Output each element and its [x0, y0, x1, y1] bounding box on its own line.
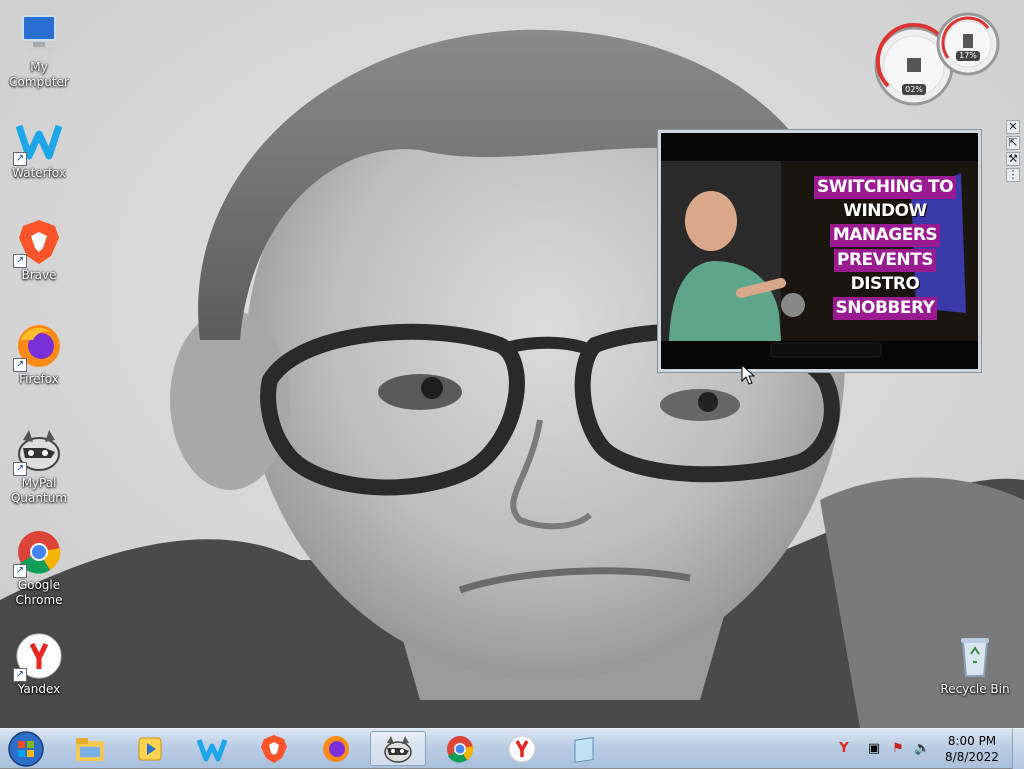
media-player-window[interactable]: SWITCHING TO WINDOW MANAGERS PREVENTS DI… — [657, 129, 982, 373]
start-button[interactable] — [0, 730, 52, 767]
taskbar-notepad[interactable] — [556, 731, 612, 766]
brave-icon: ↗ — [13, 218, 63, 268]
brave-icon — [261, 734, 287, 763]
yandex-icon: ↗ — [13, 632, 63, 682]
desktop-icon-label: Recycle Bin — [940, 682, 1010, 696]
show-desktop-button[interactable] — [1012, 729, 1024, 769]
shortcut-arrow-icon: ↗ — [13, 152, 27, 166]
taskbar-mypal-active[interactable] — [370, 731, 426, 766]
firefox-icon — [323, 735, 349, 762]
taskbar-firefox[interactable] — [308, 731, 364, 766]
raccoon-icon — [384, 735, 412, 763]
taskbar-chrome[interactable] — [432, 731, 488, 766]
taskbar: Y ▣ ⚑ 🔈 8:00 PM 8/8/2022 — [0, 728, 1024, 769]
media-player-icon — [138, 737, 162, 760]
title-line-4: PREVENTS — [834, 249, 936, 272]
title-line-3: MANAGERS — [829, 224, 941, 247]
volume-icon[interactable]: 🔈 — [914, 741, 930, 757]
firefox-icon: ↗ — [13, 322, 63, 372]
start-orb-icon — [8, 730, 44, 767]
explorer-icon — [76, 737, 104, 761]
cpu-meter-gadget[interactable]: 02% 17% — [872, 6, 1002, 106]
system-clock[interactable]: 8:00 PM 8/8/2022 — [940, 733, 1004, 765]
desktop-icon-yandex[interactable]: ↗ Yandex — [0, 632, 78, 697]
gauge-icon — [874, 12, 1000, 106]
title-line-6: SNOBBERY — [832, 297, 938, 320]
waterfox-icon — [197, 738, 227, 761]
desktop-icon-brave[interactable]: ↗ Brave — [0, 218, 78, 283]
video-title: SWITCHING TO WINDOW MANAGERS PREVENTS DI… — [810, 175, 960, 321]
clock-time: 8:00 PM — [947, 734, 997, 748]
desktop-icon-label: Google Chrome — [15, 578, 63, 607]
gadget-toolbar: ✕ ⇱ ⚒ ⋮ — [1004, 118, 1022, 184]
video-thumbnail[interactable]: SWITCHING TO WINDOW MANAGERS PREVENTS DI… — [661, 133, 978, 369]
mouse-cursor-icon — [741, 364, 755, 385]
drag-icon[interactable]: ⋮ — [1006, 168, 1020, 182]
recycle-bin-icon — [951, 632, 999, 680]
title-line-5: DISTRO — [850, 274, 920, 294]
taskbar-explorer[interactable] — [62, 731, 118, 766]
desktop-icon-my-computer[interactable]: My Computer — [0, 10, 78, 90]
title-line-1: SWITCHING TO — [813, 176, 957, 199]
yandex-tray-icon[interactable]: Y — [836, 741, 852, 757]
raccoon-icon: ↗ — [13, 426, 63, 476]
shortcut-arrow-icon: ↗ — [13, 564, 27, 578]
notepad-icon — [574, 736, 594, 763]
waterfox-icon: ↗ — [13, 116, 63, 166]
taskbar-yandex[interactable] — [494, 731, 550, 766]
title-line-2: WINDOW — [843, 201, 927, 221]
action-center-icon[interactable]: ⚑ — [890, 741, 906, 757]
shortcut-arrow-icon: ↗ — [13, 358, 27, 372]
desktop-icon-mypal[interactable]: ↗ MyPal Quantum — [0, 426, 78, 506]
taskbar-media-player[interactable] — [122, 731, 178, 766]
network-icon[interactable]: ▣ — [866, 741, 882, 757]
desktop-icon-chrome[interactable]: ↗ Google Chrome — [0, 528, 78, 608]
chrome-icon — [447, 735, 474, 763]
desktop-icon-label: Firefox — [19, 372, 59, 386]
wrench-icon[interactable]: ⚒ — [1006, 152, 1020, 166]
desktop-icon-label: Waterfox — [12, 166, 66, 180]
memory-usage-value: 17% — [959, 51, 977, 60]
desktop-icon-label: MyPal Quantum — [10, 476, 67, 505]
shortcut-arrow-icon: ↗ — [13, 254, 27, 268]
close-icon[interactable]: ✕ — [1006, 120, 1020, 134]
computer-icon — [15, 10, 63, 58]
clock-date: 8/8/2022 — [945, 750, 999, 764]
desktop-icon-firefox[interactable]: ↗ Firefox — [0, 322, 78, 387]
desktop-icon-label: My Computer — [9, 60, 69, 89]
desktop-icon-label: Brave — [21, 268, 57, 282]
popout-icon[interactable]: ⇱ — [1006, 136, 1020, 150]
desktop-icon-label: Yandex — [17, 682, 61, 696]
shortcut-arrow-icon: ↗ — [13, 462, 27, 476]
desktop-icon-waterfox[interactable]: ↗ Waterfox — [0, 116, 78, 181]
yandex-icon — [508, 735, 536, 762]
chrome-icon: ↗ — [13, 528, 63, 578]
taskbar-waterfox[interactable] — [184, 731, 240, 766]
shortcut-arrow-icon: ↗ — [13, 668, 27, 682]
desktop-icon-recycle-bin[interactable]: Recycle Bin — [936, 632, 1014, 697]
cpu-usage-value: 02% — [905, 85, 923, 94]
taskbar-brave[interactable] — [246, 731, 302, 766]
